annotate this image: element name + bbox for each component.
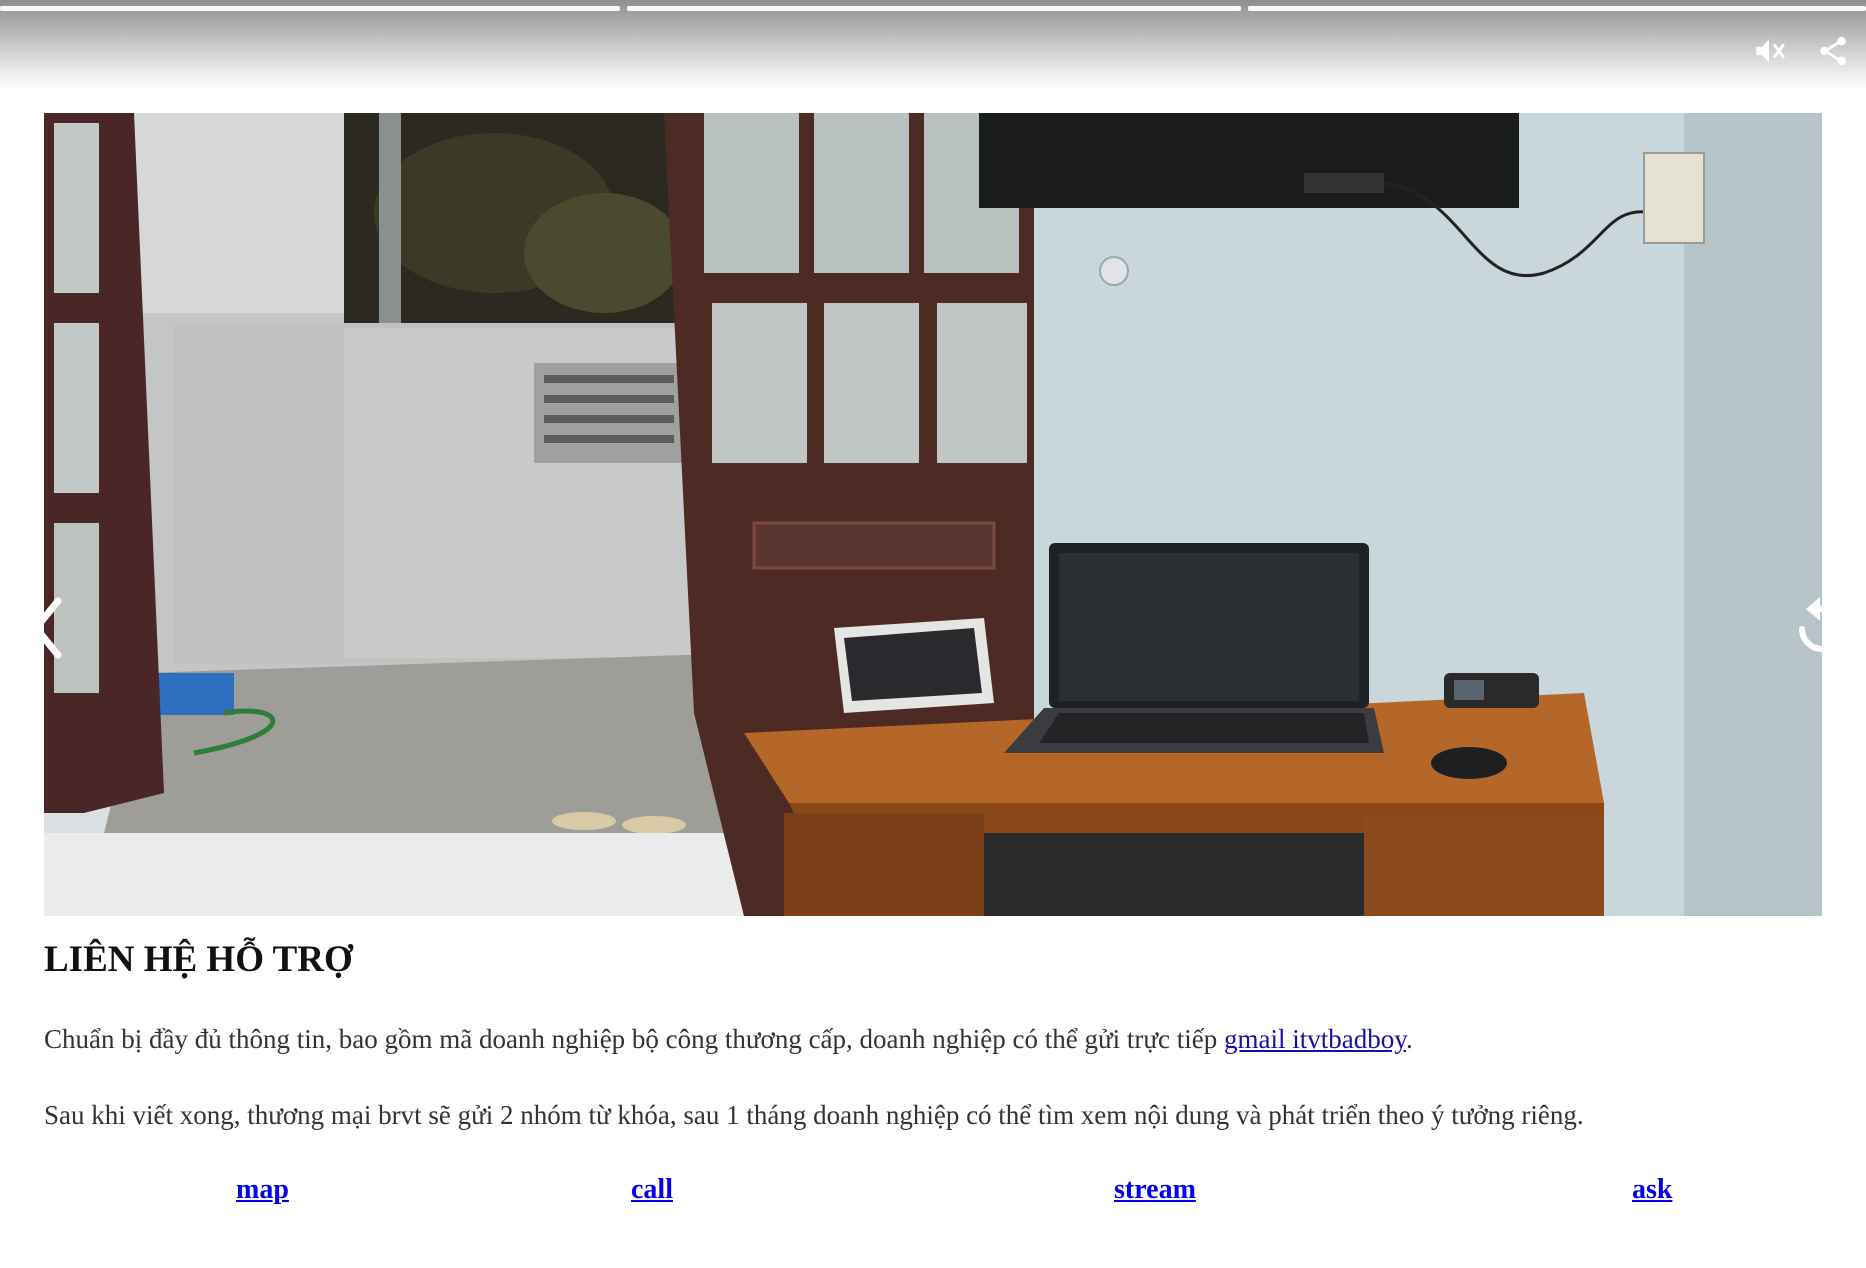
email-link[interactable]: gmail itvtbadboy: [1224, 1024, 1406, 1054]
replay-button[interactable]: [1794, 595, 1822, 665]
map-link[interactable]: map: [236, 1174, 289, 1206]
previous-button[interactable]: [44, 593, 68, 663]
info-paragraph-end: .: [1405, 1024, 1413, 1054]
story-header: [0, 0, 1866, 92]
room-photo: [44, 113, 1822, 916]
progress-segment: [1248, 6, 1866, 11]
share-icon[interactable]: [1816, 34, 1850, 68]
chevron-left-icon: [44, 597, 62, 659]
keyword-paragraph: Sau khi viết xong, thương mại brvt sẽ gử…: [44, 1100, 1584, 1130]
story-page: LIÊN HỆ HỖ TRỢ Chuẩn bị đầy đủ thông tin…: [0, 0, 1866, 1268]
call-link[interactable]: call: [631, 1174, 673, 1206]
stream-link[interactable]: stream: [1114, 1174, 1196, 1206]
info-paragraph-text: Chuẩn bị đầy đủ thông tin, bao gồm mã do…: [44, 1024, 1224, 1054]
story-progress: [0, 6, 1866, 11]
info-paragraph: Chuẩn bị đầy đủ thông tin, bao gồm mã do…: [44, 1024, 1413, 1055]
progress-segment: [0, 6, 620, 11]
mute-icon[interactable]: [1752, 34, 1786, 68]
action-links: map call stream ask: [0, 1174, 1866, 1214]
progress-segment: [627, 6, 1241, 11]
ask-link[interactable]: ask: [1632, 1174, 1672, 1206]
section-heading: LIÊN HỆ HỖ TRỢ: [44, 939, 353, 980]
